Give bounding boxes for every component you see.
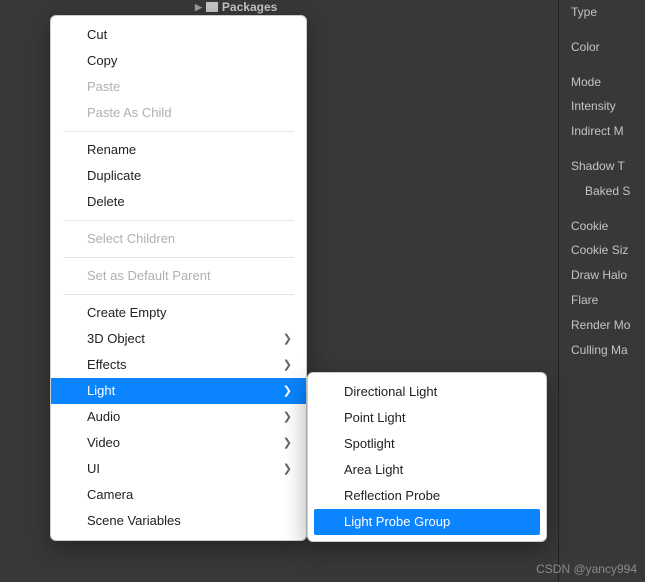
inspector-panel: Type Color ModeIntensityIndirect M Shadow T…: [571, 0, 645, 362]
menu-item-label: Video: [87, 435, 120, 450]
menu-item-label: 3D Object: [87, 331, 145, 346]
inspector-gap: [571, 144, 645, 154]
menu-item-paste-as-child: Paste As Child: [51, 100, 306, 126]
chevron-right-icon: ❯: [283, 356, 292, 374]
menu-separator: [63, 294, 294, 295]
menu-item-label: Paste As Child: [87, 105, 172, 120]
menu-item-label: Copy: [87, 53, 117, 68]
inspector-label: Render Mo: [571, 313, 645, 338]
submenu-item-label: Reflection Probe: [344, 488, 440, 503]
submenu-item-label: Light Probe Group: [344, 514, 450, 529]
menu-item-set-as-default-parent: Set as Default Parent: [51, 263, 306, 289]
inspector-label: Draw Halo: [571, 263, 645, 288]
inspector-label: Type: [571, 0, 645, 25]
panel-divider: [558, 0, 559, 582]
inspector-label: Cookie Siz: [571, 238, 645, 263]
menu-item-audio[interactable]: Audio ❯: [51, 404, 306, 430]
menu-item-label: Rename: [87, 142, 136, 157]
menu-item-label: Audio: [87, 409, 120, 424]
inspector-label: Mode: [571, 70, 645, 95]
menu-item-label: Duplicate: [87, 168, 141, 183]
menu-item-scene-variables[interactable]: Scene Variables: [51, 508, 306, 534]
menu-item-label: Set as Default Parent: [87, 268, 211, 283]
submenu-item-label: Point Light: [344, 410, 405, 425]
menu-item-label: Light: [87, 383, 115, 398]
inspector-label: Indirect M: [571, 119, 645, 144]
chevron-right-icon: ❯: [283, 382, 292, 400]
menu-item-light[interactable]: Light ❯: [51, 378, 306, 404]
folder-icon: [206, 2, 218, 12]
menu-item-label: Cut: [87, 27, 107, 42]
menu-item-create-empty[interactable]: Create Empty: [51, 300, 306, 326]
menu-separator: [63, 131, 294, 132]
inspector-gap: [571, 204, 645, 214]
inspector-label: Cookie: [571, 214, 645, 239]
submenu-item-point-light[interactable]: Point Light: [308, 405, 546, 431]
submenu-item-directional-light[interactable]: Directional Light: [308, 379, 546, 405]
submenu-item-light-probe-group[interactable]: Light Probe Group: [314, 509, 540, 535]
inspector-label: Flare: [571, 288, 645, 313]
menu-item-label: UI: [87, 461, 100, 476]
menu-item-paste: Paste: [51, 74, 306, 100]
menu-item-video[interactable]: Video ❯: [51, 430, 306, 456]
menu-item-label: Select Children: [87, 231, 175, 246]
menu-item-label: Scene Variables: [87, 513, 181, 528]
submenu-item-label: Directional Light: [344, 384, 437, 399]
submenu-item-spotlight[interactable]: Spotlight: [308, 431, 546, 457]
chevron-right-icon: ▶: [195, 2, 202, 13]
menu-item-3d-object[interactable]: 3D Object ❯: [51, 326, 306, 352]
chevron-right-icon: ❯: [283, 460, 292, 478]
chevron-right-icon: ❯: [283, 408, 292, 426]
menu-item-select-children: Select Children: [51, 226, 306, 252]
chevron-right-icon: ❯: [283, 330, 292, 348]
submenu-item-reflection-probe[interactable]: Reflection Probe: [308, 483, 546, 509]
inspector-label: Baked S: [571, 179, 645, 204]
inspector-gap: [571, 60, 645, 70]
menu-item-delete[interactable]: Delete: [51, 189, 306, 215]
menu-item-ui[interactable]: UI ❯: [51, 456, 306, 482]
inspector-label: Shadow T: [571, 154, 645, 179]
submenu-item-label: Area Light: [344, 462, 403, 477]
inspector-gap: [571, 25, 645, 35]
menu-item-label: Camera: [87, 487, 133, 502]
watermark: CSDN @yancy994: [536, 562, 637, 576]
submenu-item-area-light[interactable]: Area Light: [308, 457, 546, 483]
context-submenu-light[interactable]: Directional Light Point Light Spotlight Are…: [307, 372, 547, 542]
menu-item-rename[interactable]: Rename: [51, 137, 306, 163]
menu-item-cut[interactable]: Cut: [51, 22, 306, 48]
inspector-label: Intensity: [571, 94, 645, 119]
menu-item-label: Paste: [87, 79, 120, 94]
menu-item-label: Delete: [87, 194, 125, 209]
menu-item-effects[interactable]: Effects ❯: [51, 352, 306, 378]
chevron-right-icon: ❯: [283, 434, 292, 452]
menu-item-label: Create Empty: [87, 305, 166, 320]
tree-item-label: Packages: [222, 0, 277, 14]
project-tree-item[interactable]: ▶ Packages: [195, 0, 277, 14]
submenu-item-label: Spotlight: [344, 436, 395, 451]
inspector-label: Culling Ma: [571, 338, 645, 363]
menu-item-label: Effects: [87, 357, 127, 372]
inspector-label: Color: [571, 35, 645, 60]
context-menu[interactable]: Cut Copy Paste Paste As Child Rename Duplicat…: [50, 15, 307, 541]
menu-item-duplicate[interactable]: Duplicate: [51, 163, 306, 189]
menu-separator: [63, 257, 294, 258]
menu-separator: [63, 220, 294, 221]
menu-item-copy[interactable]: Copy: [51, 48, 306, 74]
menu-item-camera[interactable]: Camera: [51, 482, 306, 508]
